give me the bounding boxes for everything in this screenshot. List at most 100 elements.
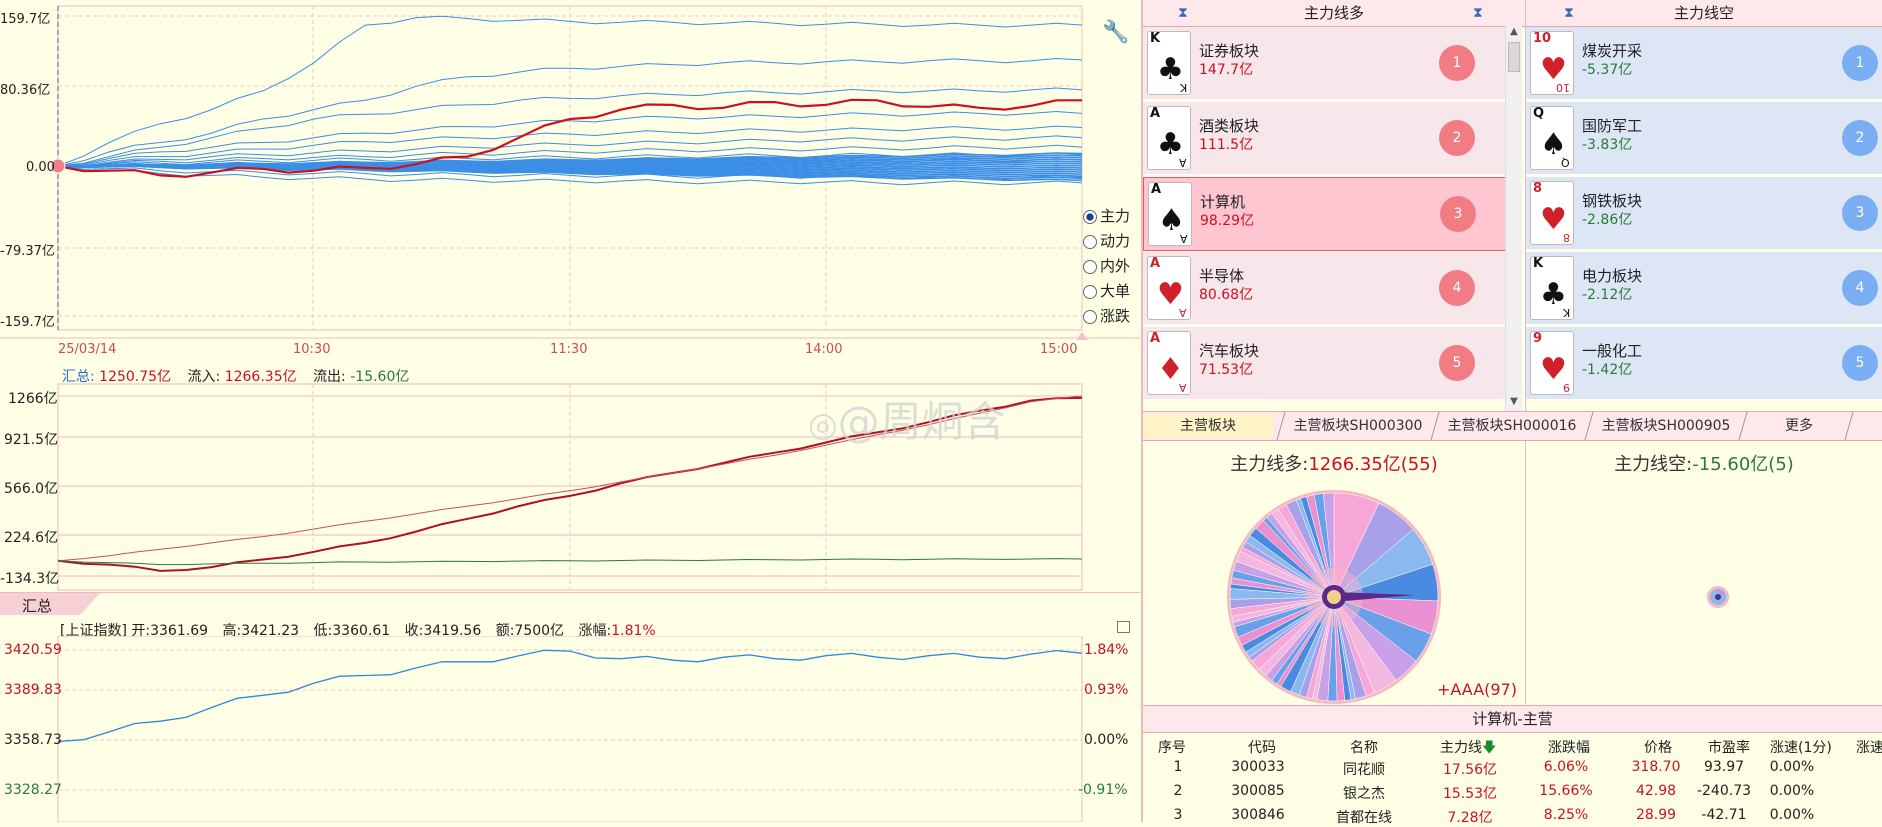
radio-bigorder[interactable]: 大单 [1083, 280, 1143, 305]
col-header-name[interactable]: 名称 [1350, 737, 1378, 757]
table-cell: 2 [1173, 783, 1183, 799]
watermark: ◎@周炯含 [808, 397, 1006, 446]
sector-card[interactable]: 8 ♥ 8 钢铁板块 -2.86亿 3 [1526, 177, 1882, 250]
divider [0, 592, 1140, 593]
sector-value: 147.7亿 [1199, 62, 1254, 78]
col-header-speed2[interactable]: 涨速 [1856, 737, 1882, 757]
tab-sh000016[interactable]: 主营板块SH000016 [1435, 414, 1589, 438]
rank-badge: 5 [1439, 345, 1475, 381]
sector-value: -2.12亿 [1582, 287, 1633, 303]
sector-tabs: 主营板块 主营板块SH000300 主营板块SH000016 主营板块SH000… [1143, 411, 1882, 441]
tab-main-sector[interactable]: 主营板块 [1143, 414, 1273, 438]
sector-card[interactable]: 9 ♥ 9 一般化工 -1.42亿 5 [1526, 327, 1882, 400]
rank-badge: 2 [1439, 120, 1475, 156]
sector-card[interactable]: K ♣ K 电力板块 -2.12亿 4 [1526, 252, 1882, 325]
scroll-thumb[interactable] [1508, 42, 1520, 72]
collapse-icon[interactable]: ⧗ [1564, 0, 1574, 26]
col-header-pe[interactable]: 市盈率 [1708, 737, 1750, 757]
x-tick-label: 25/03/14 [58, 342, 117, 357]
radio-unchecked-icon [1083, 309, 1097, 324]
tab-more[interactable]: 更多 [1753, 414, 1845, 438]
table-cell: 15.53亿 [1442, 786, 1498, 802]
sector-card[interactable]: K ♣ K 证券板块 147.7亿 1 [1143, 27, 1505, 100]
tab-summary[interactable]: 汇总 [0, 593, 100, 615]
y-tick-label: 0.00 [26, 160, 55, 175]
scroll-down-icon[interactable]: ▼ [1506, 396, 1522, 412]
playing-card-icon: A ♣ A [1147, 106, 1191, 170]
playing-card-icon: 10 ♥ 10 [1530, 31, 1574, 95]
radio-main[interactable]: 主力 [1083, 205, 1143, 230]
sector-value: 71.53亿 [1199, 362, 1254, 378]
radio-unchecked-icon [1083, 284, 1097, 299]
sector-card[interactable]: A ♣ A 酒类板块 111.5亿 2 [1143, 102, 1505, 175]
card-rank: 10 [1556, 81, 1570, 94]
table-cell: 300033 [1231, 759, 1285, 775]
sector-value: 98.29亿 [1200, 213, 1255, 229]
radio-unchecked-icon [1083, 259, 1097, 274]
expand-icon[interactable] [1117, 621, 1130, 633]
card-rank: 8 [1533, 181, 1543, 196]
col-header-no[interactable]: 序号 [1158, 737, 1186, 757]
scroll-up-icon[interactable]: ▲ [1506, 26, 1522, 42]
playing-card-icon: A ♦ A [1147, 331, 1191, 395]
sector-name: 证券板块 [1199, 42, 1260, 60]
col-header-price[interactable]: 价格 [1644, 737, 1672, 757]
wrench-icon[interactable]: 🔧 [1102, 20, 1129, 45]
y-tick-label: 3389.83 [4, 682, 62, 698]
y-tick-label: 3328.27 [4, 782, 62, 798]
table-cell: 0.00% [1769, 807, 1815, 823]
table-cell: 17.56亿 [1442, 762, 1498, 778]
long-panel: ⧗ 主力线多 ⧗ K ♣ K 证券板块 147.7亿 1 A ♣ A 酒类板块 111.5亿 2 A ♠ A… [1143, 0, 1525, 412]
rank-badge: 1 [1439, 45, 1475, 81]
rank-badge: 3 [1842, 195, 1878, 231]
y-tick-label: 921.5亿 [4, 432, 59, 448]
radio-power[interactable]: 动力 [1083, 230, 1143, 255]
card-rank: A [1179, 306, 1187, 319]
radio-inout[interactable]: 内外 [1083, 255, 1143, 280]
sector-card[interactable]: A ♥ A 半导体 80.68亿 4 [1143, 252, 1505, 325]
y-tick-label: 159.7亿 [0, 12, 51, 27]
y-tick-label: 0.00% [1084, 732, 1129, 748]
x-tick-label: 11:30 [550, 342, 588, 357]
sector-name: 酒类板块 [1199, 117, 1260, 135]
card-rank: A [1150, 256, 1161, 271]
weibo-icon: ◎ [808, 405, 838, 445]
y-tick-label: 0.93% [1084, 682, 1129, 698]
sector-value: 80.68亿 [1199, 287, 1254, 303]
radio-updown[interactable]: 涨跌 [1083, 305, 1143, 330]
card-rank: A [1150, 331, 1161, 346]
playing-card-icon: 9 ♥ 9 [1530, 331, 1574, 395]
scrollbar[interactable]: ▲ ▼ [1505, 26, 1522, 412]
card-rank: A [1151, 182, 1162, 197]
table-cell: 300085 [1231, 783, 1285, 799]
col-header-code[interactable]: 代码 [1248, 737, 1276, 757]
y-tick-label: -79.37亿 [0, 244, 55, 259]
y-tick-label: -159.7亿 [0, 315, 55, 330]
tab-sh000300[interactable]: 主营板块SH000300 [1283, 414, 1433, 438]
card-rank: 9 [1533, 331, 1543, 346]
sector-card[interactable]: A ♠ A 计算机 98.29亿 3 [1143, 177, 1507, 251]
rank-badge: 4 [1842, 270, 1878, 306]
table-cell: 0.00% [1769, 783, 1815, 799]
rank-badge: 5 [1842, 345, 1878, 381]
tab-sh000905[interactable]: 主营板块SH000905 [1589, 414, 1743, 438]
col-header-flow[interactable]: 主力线🡇 [1440, 737, 1496, 761]
short-pie-title: 主力线空:-15.60亿(5) [1614, 454, 1794, 475]
rank-badge: 3 [1440, 196, 1476, 232]
rank-badge: 1 [1842, 45, 1878, 81]
sector-card[interactable]: A ♦ A 汽车板块 71.53亿 5 [1143, 327, 1505, 400]
table-cell: 3 [1173, 807, 1183, 823]
y-tick-label: -134.3亿 [0, 571, 60, 587]
sector-name: 国防军工 [1582, 117, 1643, 135]
table-cell: 首都在线 [1336, 810, 1392, 826]
sector-card[interactable]: Q ♠ Q 国防军工 -3.83亿 2 [1526, 102, 1882, 175]
main-flow-chart-svg [0, 5, 1140, 340]
col-header-change[interactable]: 涨跌幅 [1548, 737, 1590, 757]
sector-card[interactable]: 10 ♥ 10 煤炭开采 -5.37亿 1 [1526, 27, 1882, 100]
playing-card-icon: K ♣ K [1530, 256, 1574, 320]
y-tick-label: 1.84% [1084, 642, 1129, 658]
collapse-icon[interactable]: ⧗ [1178, 0, 1188, 26]
col-header-speed[interactable]: 涨速(1分) [1770, 737, 1832, 757]
rank-badge: 2 [1842, 120, 1878, 156]
collapse-icon[interactable]: ⧗ [1473, 0, 1483, 26]
